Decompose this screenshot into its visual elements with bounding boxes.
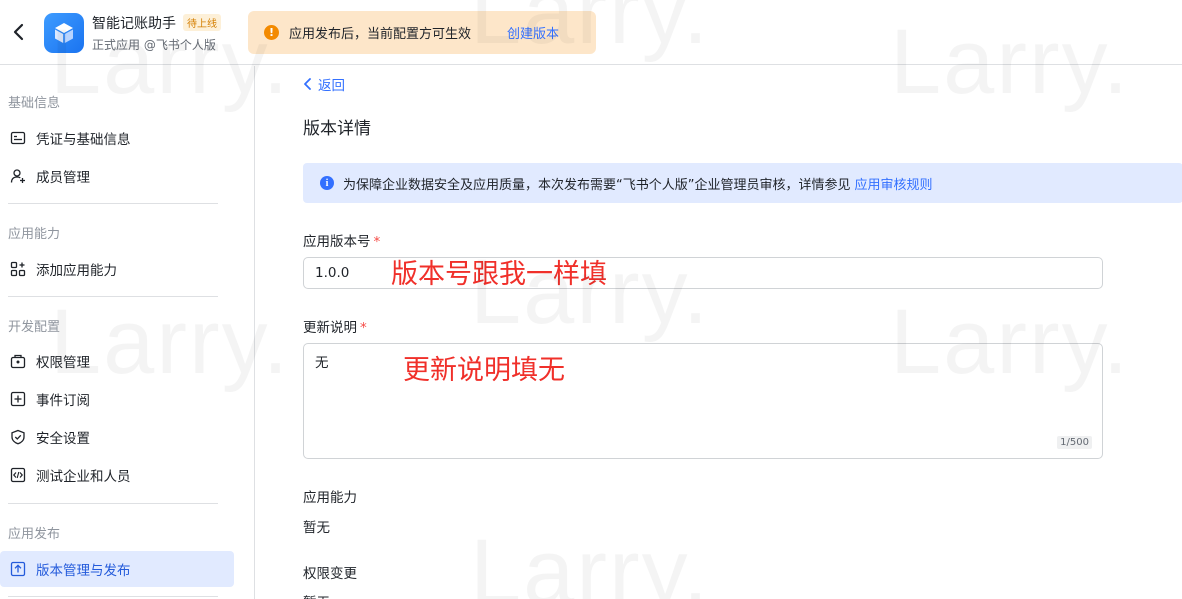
top-header: 智能记账助手 待上线 正式应用 @飞书个人版 ! 应用发布后，当前配置方可生效 … <box>0 0 1182 65</box>
app-type-label: 正式应用 @飞书个人版 <box>92 38 216 52</box>
sidebar-item-security[interactable]: 安全设置 <box>0 419 234 455</box>
sidebar: 基础信息 凭证与基础信息 成员管理 应用能力 添加应用能力 开发配置 权限管理 … <box>0 66 255 599</box>
add-user-icon <box>9 167 27 185</box>
back-link-label: 返回 <box>318 78 345 94</box>
sidebar-divider <box>8 596 218 597</box>
sidebar-item-permissions[interactable]: 权限管理 <box>0 343 234 379</box>
sidebar-item-label: 事件订阅 <box>36 393 90 409</box>
publish-notice: ! 应用发布后，当前配置方可生效 创建版本 <box>248 11 596 54</box>
info-text: 为保障企业数据安全及应用质量，本次发布需要“飞书个人版”企业管理员审核，详情参见 <box>343 177 851 193</box>
sidebar-item-label: 测试企业和人员 <box>36 469 131 485</box>
sidebar-item-label: 版本管理与发布 <box>36 563 131 579</box>
info-icon: i <box>320 176 334 190</box>
capability-value: 暂无 <box>303 520 330 536</box>
sidebar-item-events[interactable]: 事件订阅 <box>0 381 234 417</box>
section-title-publish: 应用发布 <box>8 527 61 542</box>
credential-card-icon <box>9 129 27 147</box>
sidebar-item-label: 安全设置 <box>36 431 90 447</box>
sidebar-item-label: 添加应用能力 <box>36 263 117 279</box>
sidebar-item-label: 成员管理 <box>36 170 90 186</box>
app-logo-icon <box>44 13 84 53</box>
notes-annotation: 更新说明填无 <box>403 355 565 386</box>
sidebar-item-label: 权限管理 <box>36 355 90 371</box>
permission-change-label: 权限变更 <box>303 566 357 582</box>
permission-change-value: 暂无 <box>303 591 330 599</box>
section-title-capability: 应用能力 <box>8 227 61 242</box>
code-box-icon <box>9 466 27 484</box>
sidebar-item-members[interactable]: 成员管理 <box>0 158 234 194</box>
capability-label: 应用能力 <box>303 490 357 506</box>
required-mark: * <box>373 234 381 250</box>
sidebar-divider <box>8 203 218 204</box>
shield-icon <box>9 428 27 446</box>
sidebar-item-credentials[interactable]: 凭证与基础信息 <box>0 120 234 156</box>
char-counter: 1/500 <box>1057 436 1092 449</box>
event-plus-icon <box>9 390 27 408</box>
warning-icon: ! <box>264 25 279 40</box>
page-title: 版本详情 <box>303 119 371 139</box>
section-title-basic: 基础信息 <box>8 96 61 111</box>
create-version-link[interactable]: 创建版本 <box>507 23 559 42</box>
app-name: 智能记账助手 <box>92 16 176 32</box>
sidebar-item-test-org[interactable]: 测试企业和人员 <box>0 457 234 493</box>
notes-value: 无 <box>315 355 329 371</box>
permission-box-icon <box>9 352 27 370</box>
version-label: 应用版本号 * <box>303 230 380 250</box>
back-link[interactable]: 返回 <box>303 74 345 94</box>
chevron-left-icon <box>304 78 311 90</box>
required-mark: * <box>360 320 367 336</box>
upload-box-icon <box>9 560 27 578</box>
version-input-value: 1.0.0 <box>315 265 350 281</box>
notice-text: 应用发布后，当前配置方可生效 <box>289 27 472 42</box>
main-content: 返回 版本详情 i 为保障企业数据安全及应用质量，本次发布需要“飞书个人版”企业… <box>256 66 1182 599</box>
sidebar-item-add-capability[interactable]: 添加应用能力 <box>0 251 234 287</box>
sidebar-item-label: 凭证与基础信息 <box>36 132 131 148</box>
sidebar-item-version-publish[interactable]: 版本管理与发布 <box>0 551 234 587</box>
version-annotation: 版本号跟我一样填 <box>391 259 607 290</box>
review-info-banner: i 为保障企业数据安全及应用质量，本次发布需要“飞书个人版”企业管理员审核，详情… <box>303 163 1182 203</box>
sidebar-divider <box>8 296 218 297</box>
review-rules-link[interactable]: 应用审核规则 <box>854 174 932 193</box>
notes-label: 更新说明 * <box>303 316 367 336</box>
grid-add-icon <box>9 260 27 278</box>
status-badge: 待上线 <box>183 14 221 31</box>
sidebar-divider <box>8 503 218 504</box>
back-arrow-icon[interactable] <box>8 20 30 44</box>
notes-label-text: 更新说明 <box>303 320 357 336</box>
version-label-text: 应用版本号 <box>303 234 371 250</box>
section-title-dev: 开发配置 <box>8 320 61 335</box>
